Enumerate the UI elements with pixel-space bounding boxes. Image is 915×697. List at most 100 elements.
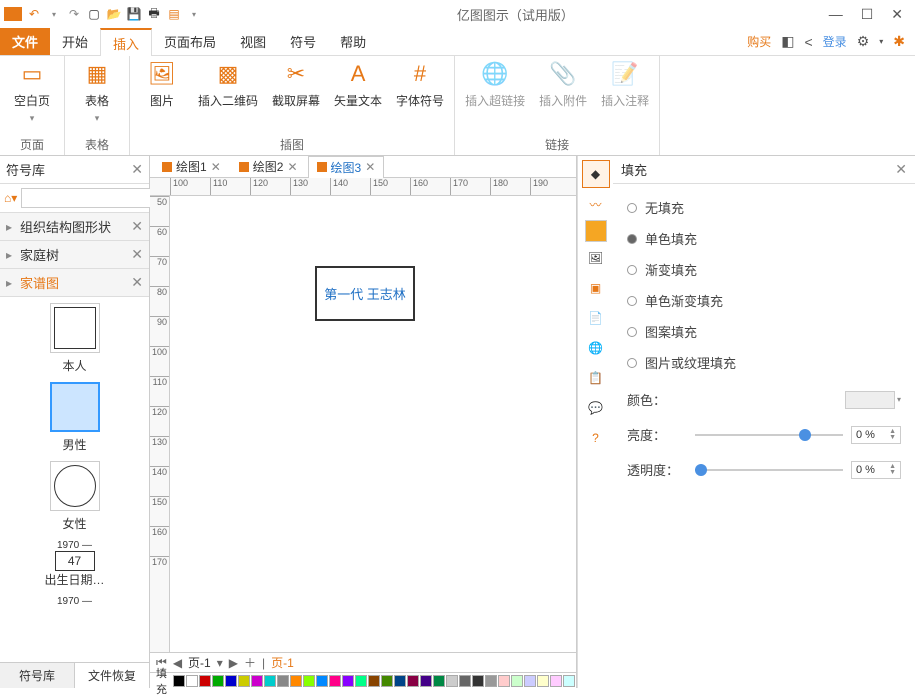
ribbon-table[interactable]: ▦表格▾ bbox=[75, 60, 119, 124]
page-nav-prev-icon[interactable]: ◀ bbox=[173, 656, 182, 670]
menu-file[interactable]: 文件 bbox=[0, 28, 50, 55]
redo-icon[interactable]: ↷ bbox=[66, 6, 82, 22]
swatch[interactable] bbox=[407, 675, 419, 687]
ribbon-blank-page[interactable]: ▭空白页▾ bbox=[10, 60, 54, 124]
new-icon[interactable]: ▢ bbox=[86, 6, 102, 22]
opacity-slider[interactable] bbox=[695, 469, 843, 471]
swatch[interactable] bbox=[433, 675, 445, 687]
maximize-icon[interactable]: ☐ bbox=[861, 6, 874, 23]
swatch[interactable] bbox=[381, 675, 393, 687]
color-swatch[interactable] bbox=[845, 391, 895, 409]
tool-line-icon[interactable]: 〰 bbox=[582, 190, 610, 218]
ribbon-screenshot[interactable]: ✂截取屏幕 bbox=[272, 60, 320, 109]
page-nav-dropdown-icon[interactable]: ▾ bbox=[217, 656, 223, 670]
fill-option-solid[interactable]: 单色填充 bbox=[627, 223, 901, 254]
menu-view[interactable]: 视图 bbox=[228, 28, 278, 55]
brightness-slider[interactable] bbox=[695, 434, 843, 436]
page-current[interactable]: 页-1 bbox=[188, 654, 211, 671]
swatch[interactable] bbox=[186, 675, 198, 687]
symbol-self[interactable]: 本人 bbox=[6, 303, 143, 374]
tool-clipboard-icon[interactable]: 📋 bbox=[582, 364, 610, 392]
ribbon-qr[interactable]: ▩插入二维码 bbox=[198, 60, 258, 109]
tool-comment-icon[interactable]: 💬 bbox=[582, 394, 610, 422]
tool-help-icon[interactable]: ? bbox=[582, 424, 610, 452]
swatch[interactable] bbox=[511, 675, 523, 687]
swatch[interactable] bbox=[264, 675, 276, 687]
share-icon[interactable]: < bbox=[804, 34, 812, 50]
doc-tab-2[interactable]: 绘图3✕ bbox=[308, 156, 385, 179]
save-icon[interactable]: 💾 bbox=[126, 6, 142, 22]
tool-page-icon[interactable]: 📄 bbox=[582, 304, 610, 332]
swatch[interactable] bbox=[329, 675, 341, 687]
logo-icon[interactable]: ✱ bbox=[893, 33, 905, 50]
swatch[interactable] bbox=[290, 675, 302, 687]
swatch[interactable] bbox=[550, 675, 562, 687]
swatch[interactable] bbox=[212, 675, 224, 687]
symbol-female[interactable]: 女性 bbox=[6, 461, 143, 532]
ribbon-font-symbol[interactable]: #字体符号 bbox=[396, 60, 444, 109]
brightness-spinner[interactable]: ▲▼ bbox=[889, 429, 896, 441]
symbol-birth2[interactable]: 1970 — bbox=[6, 596, 143, 607]
fill-option-gradient[interactable]: 渐变填充 bbox=[627, 254, 901, 285]
symbol-panel-close-icon[interactable]: ✕ bbox=[131, 161, 143, 178]
swatch[interactable] bbox=[498, 675, 510, 687]
menu-help[interactable]: 帮助 bbox=[328, 28, 378, 55]
swatch[interactable] bbox=[446, 675, 458, 687]
undo-icon[interactable]: ↶ bbox=[26, 6, 42, 22]
swatch[interactable] bbox=[459, 675, 471, 687]
swatch[interactable] bbox=[472, 675, 484, 687]
symbol-birth[interactable]: 1970 —47出生日期… bbox=[6, 540, 143, 588]
doc-tab-0[interactable]: 绘图1✕ bbox=[154, 156, 229, 177]
canvas-node-first-gen[interactable]: 第一代 王志林 bbox=[315, 266, 415, 321]
gear-dropdown-icon[interactable]: ▾ bbox=[879, 37, 883, 46]
swatch[interactable] bbox=[277, 675, 289, 687]
swatch[interactable] bbox=[238, 675, 250, 687]
fill-option-pattern[interactable]: 图案填充 bbox=[627, 316, 901, 347]
fill-option-texture[interactable]: 图片或纹理填充 bbox=[627, 347, 901, 378]
category-0[interactable]: ▸组织结构图形状✕ bbox=[0, 213, 149, 241]
tool-image-icon[interactable]: 🖼 bbox=[582, 244, 610, 272]
swatch[interactable] bbox=[355, 675, 367, 687]
left-tab-recover[interactable]: 文件恢复 bbox=[75, 663, 149, 688]
doc-tab-1[interactable]: 绘图2✕ bbox=[231, 156, 306, 177]
menu-insert[interactable]: 插入 bbox=[100, 28, 152, 56]
tool-layer-icon[interactable]: ▣ bbox=[582, 274, 610, 302]
page-name[interactable]: 页-1 bbox=[271, 654, 294, 671]
symbol-male[interactable]: 男性 bbox=[6, 382, 143, 453]
swatch[interactable] bbox=[173, 675, 185, 687]
fill-option-mono-grad[interactable]: 单色渐变填充 bbox=[627, 285, 901, 316]
swatch[interactable] bbox=[368, 675, 380, 687]
login-link[interactable]: 登录 bbox=[823, 33, 847, 50]
swatch[interactable] bbox=[537, 675, 549, 687]
swatch[interactable] bbox=[420, 675, 432, 687]
home-icon[interactable]: ⌂▾ bbox=[4, 191, 17, 205]
swatch[interactable] bbox=[563, 675, 575, 687]
ribbon-picture[interactable]: 🖼图片 bbox=[140, 60, 184, 109]
category-2[interactable]: ▸家谱图✕ bbox=[0, 269, 149, 297]
right-panel-close-icon[interactable]: ✕ bbox=[895, 161, 907, 178]
swatch[interactable] bbox=[342, 675, 354, 687]
print-icon[interactable]: 🖶 bbox=[146, 6, 162, 22]
options-icon[interactable]: ▤ bbox=[166, 6, 182, 22]
swatch[interactable] bbox=[316, 675, 328, 687]
minimize-icon[interactable]: — bbox=[829, 6, 843, 23]
left-tab-symbols[interactable]: 符号库 bbox=[0, 663, 75, 688]
app-menu-icon[interactable] bbox=[4, 7, 22, 21]
opacity-spinner[interactable]: ▲▼ bbox=[889, 464, 896, 476]
qat-expand-icon[interactable]: ▾ bbox=[186, 6, 202, 22]
tool-color-swatch[interactable] bbox=[585, 220, 607, 242]
tool-globe-icon[interactable]: 🌐 bbox=[582, 334, 610, 362]
menu-symbol[interactable]: 符号 bbox=[278, 28, 328, 55]
close-icon[interactable]: ✕ bbox=[891, 6, 903, 23]
menu-start[interactable]: 开始 bbox=[50, 28, 100, 55]
color-dropdown-icon[interactable]: ▾ bbox=[895, 395, 901, 404]
ribbon-vector-text[interactable]: A矢量文本 bbox=[334, 60, 382, 109]
export-icon[interactable]: ◧ bbox=[781, 33, 794, 50]
page-add-icon[interactable]: ＋ bbox=[244, 654, 256, 671]
page-nav-next-icon[interactable]: ▶ bbox=[229, 656, 238, 670]
swatch[interactable] bbox=[394, 675, 406, 687]
menu-layout[interactable]: 页面布局 bbox=[152, 28, 228, 55]
swatch[interactable] bbox=[485, 675, 497, 687]
category-1[interactable]: ▸家庭树✕ bbox=[0, 241, 149, 269]
gear-icon[interactable]: ⚙ bbox=[857, 33, 870, 50]
